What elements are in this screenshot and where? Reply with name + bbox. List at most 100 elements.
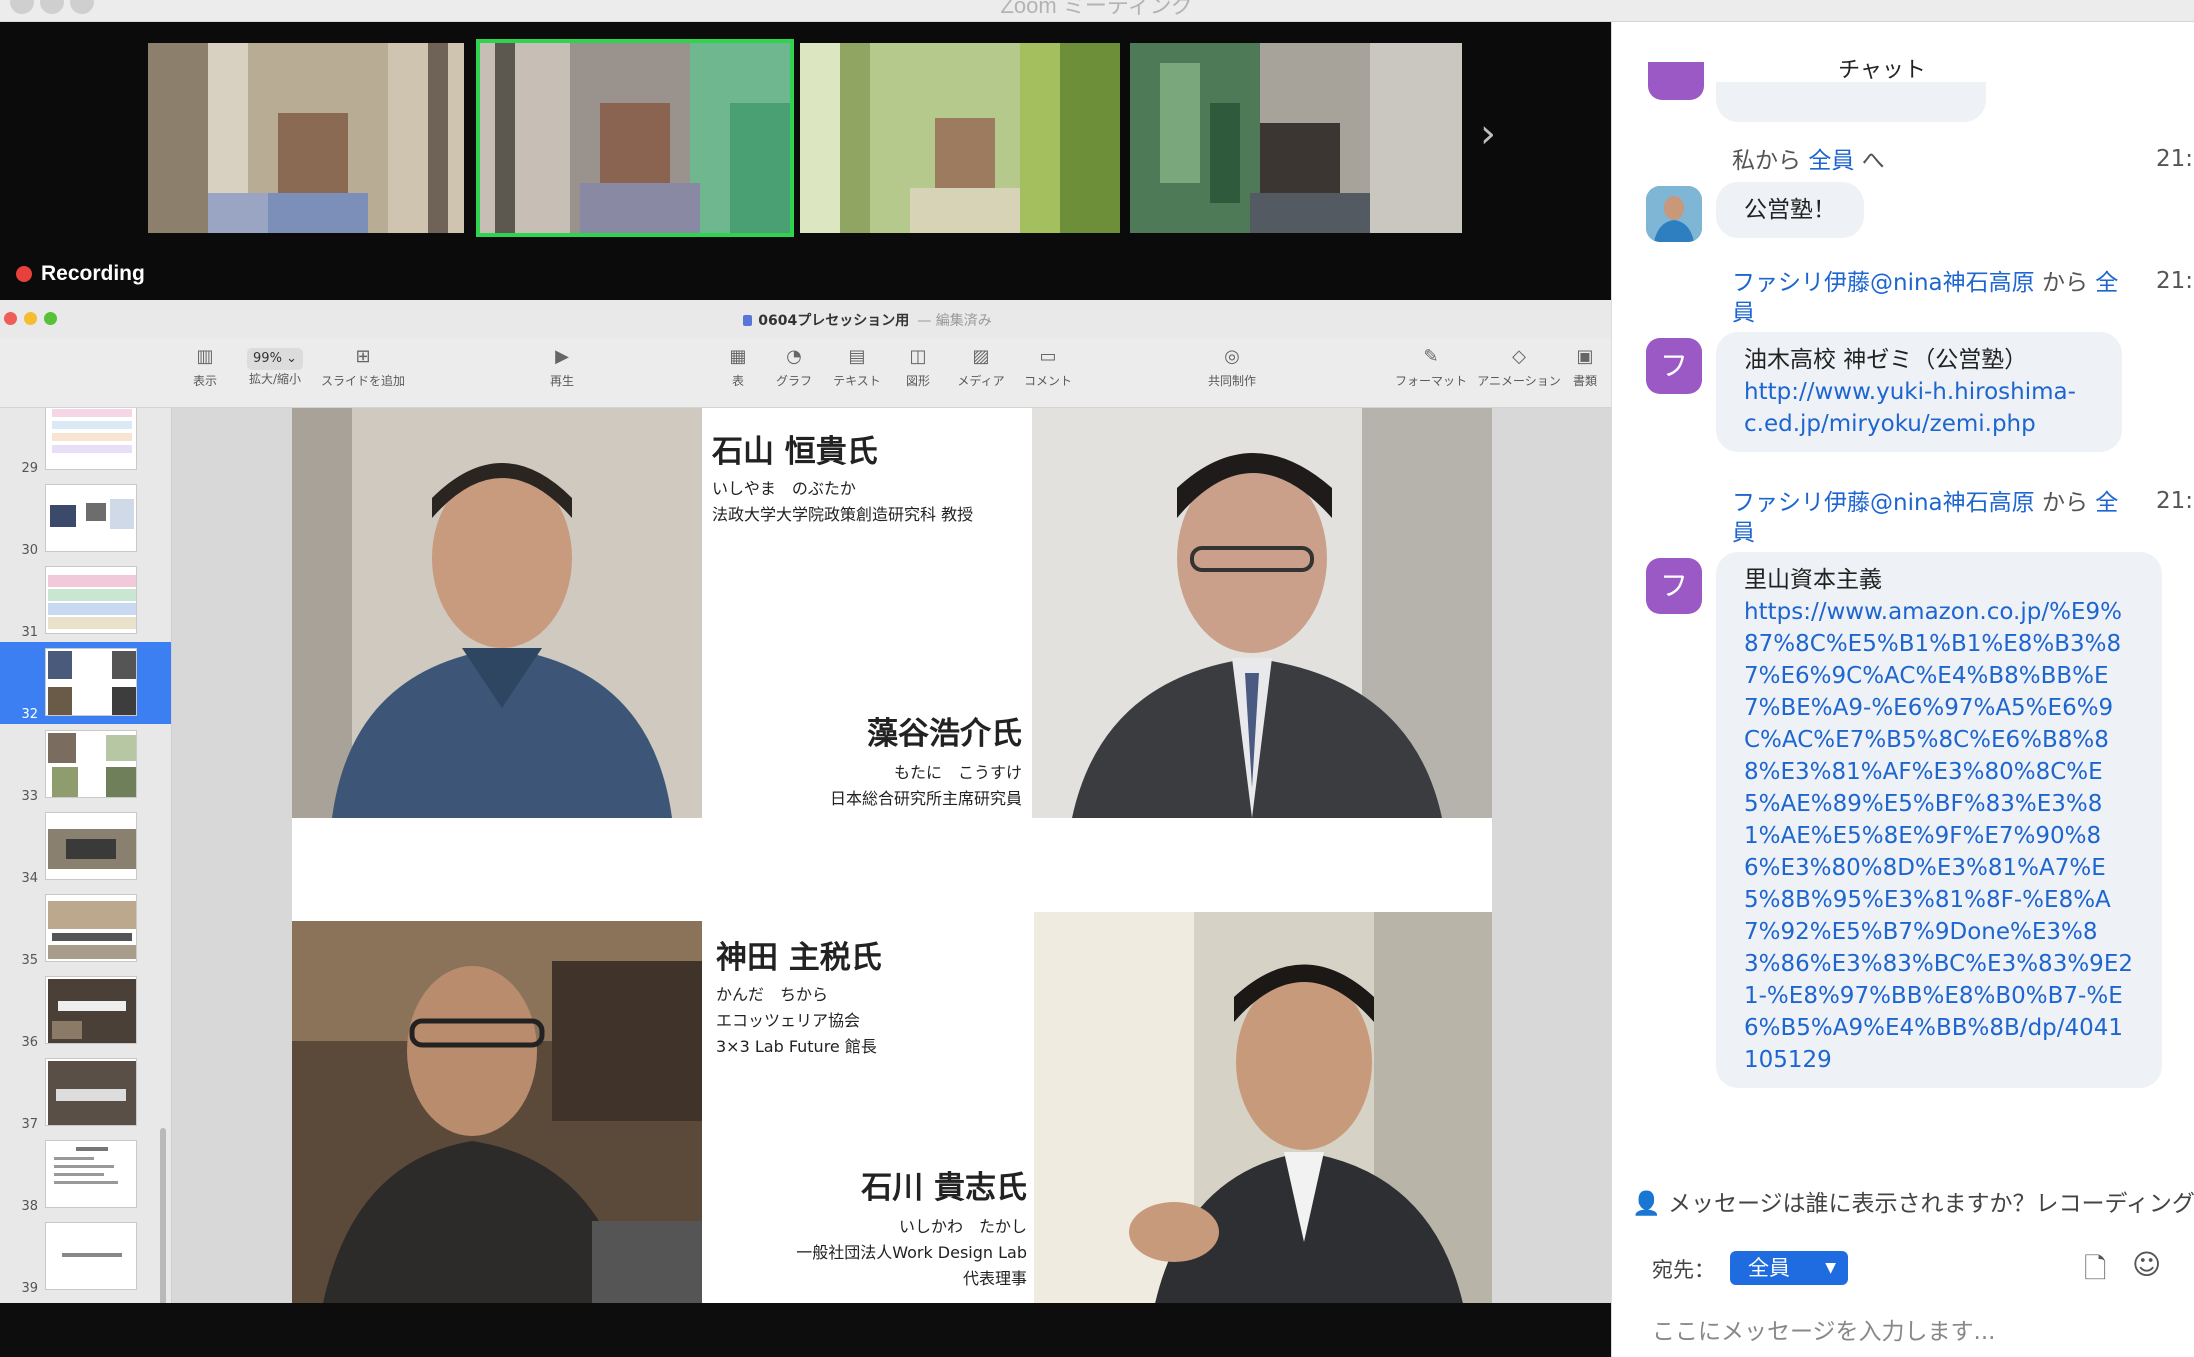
participant-video-2-active-speaker[interactable] bbox=[476, 39, 794, 237]
table-button[interactable]: ▦ 表 bbox=[728, 342, 748, 389]
window-title: Zoom ミーティング bbox=[1000, 0, 1194, 18]
avatar bbox=[1648, 62, 1704, 100]
photo-motani bbox=[1032, 408, 1492, 818]
sidebar-icon: ▥ bbox=[196, 346, 214, 367]
slide-thumb-37[interactable]: 37 bbox=[0, 1052, 171, 1134]
slide-thumb-36[interactable]: 36 bbox=[0, 970, 171, 1052]
person-info-ishikawa: いしかわ たかし 一般社団法人Work Design Lab 代表理事 bbox=[796, 1217, 1027, 1288]
slide-thumb-30[interactable]: 30 bbox=[0, 478, 171, 560]
message-input[interactable]: ここにメッセージを入力します... bbox=[1652, 1312, 2172, 1346]
keynote-toolbar: ▥ 表示 99% ⌄ 拡大/縮小 ⊞ スライドを追加 ▶ 再生 ▦ 表 ◔ グラフ ▤ テキス… bbox=[0, 338, 1611, 408]
play-button[interactable]: ▶ 再生 bbox=[548, 342, 576, 389]
chart-button[interactable]: ◔ グラフ bbox=[776, 342, 812, 389]
media-icon: ▨ bbox=[972, 346, 990, 367]
slide-thumbnail bbox=[45, 1140, 137, 1208]
media-button[interactable]: ▨ メディア bbox=[956, 342, 1006, 389]
recording-indicator: Recording bbox=[16, 262, 145, 286]
recording-dot-icon bbox=[16, 266, 32, 282]
slide-thumbnail bbox=[45, 566, 137, 634]
photo-ishiyama bbox=[292, 408, 702, 818]
person-info-ishiyama: いしやま のぶたか 法政大学大学院政策創造研究科 教授 bbox=[712, 479, 974, 524]
file-icon[interactable]: 🗋 bbox=[2084, 1248, 2107, 1296]
message-3-sender: ファシリ伊藤@nina神石高原 から 全員 bbox=[1732, 490, 2119, 546]
user-visibility-icon: 👤 bbox=[1632, 1191, 1661, 1217]
recipient-label: 宛先： bbox=[1652, 1258, 1715, 1282]
avatar: フ bbox=[1646, 558, 1702, 614]
keynote-document-title: 0604プレセッション用 — 編集済み bbox=[0, 310, 1735, 330]
shape-button[interactable]: ◫ 図形 bbox=[904, 342, 932, 389]
person-info-kanda: かんだ ちから エコッツェリア協会 3×3 Lab Future 館長 bbox=[716, 985, 877, 1056]
slide-thumbnail bbox=[45, 648, 137, 716]
keynote-titlebar: 0604プレセッション用 — 編集済み bbox=[0, 300, 1611, 338]
comment-icon: ▭ bbox=[1039, 346, 1057, 367]
text-box-icon: ▤ bbox=[848, 346, 866, 367]
slide-navigator: 29 30 31 32 33 34 35 36 37 38 39 bbox=[0, 408, 172, 1303]
shape-icon: ◫ bbox=[909, 346, 927, 367]
chat-panel: ⌄ チャット 私から 全員 へ 21: 公営塾！ ファシリ伊藤@nina神石高原… bbox=[1611, 22, 2194, 1357]
format-button[interactable]: ✎ フォーマット bbox=[1394, 342, 1468, 389]
message-1-bubble: 公営塾！ bbox=[1716, 182, 1864, 238]
slide-thumbnail bbox=[45, 894, 137, 962]
emoji-icon[interactable]: ☺ bbox=[2132, 1248, 2161, 1281]
participant-video-4[interactable] bbox=[1130, 43, 1462, 233]
participant-video-1[interactable] bbox=[148, 43, 464, 233]
message-3-link[interactable]: https://www.amazon.co.jp/%E9%87%8C%E5%B1… bbox=[1744, 596, 2134, 1076]
slide-thumbnail bbox=[45, 730, 137, 798]
window-titlebar: Zoom ミーティング bbox=[0, 0, 2194, 22]
message-3-time: 21: bbox=[2156, 488, 2194, 514]
sender-link[interactable]: ファシリ伊藤@nina神石高原 bbox=[1732, 490, 2035, 516]
slide-thumbnail bbox=[45, 1058, 137, 1126]
slide-32: 石山 恒貴氏 いしやま のぶたか 法政大学大学院政策創造研究科 教授 藻谷浩介氏… bbox=[292, 408, 1492, 1303]
animate-button[interactable]: ◇ アニメーション bbox=[1474, 342, 1564, 389]
slide-thumbnail bbox=[45, 976, 137, 1044]
paintbrush-icon: ✎ bbox=[1423, 346, 1439, 367]
photo-kanda bbox=[292, 921, 702, 1303]
message-1-sender: 私から 全員 へ bbox=[1732, 148, 1885, 174]
message-2-time: 21: bbox=[2156, 268, 2194, 294]
table-icon: ▦ bbox=[729, 346, 747, 367]
participant-video-3[interactable] bbox=[800, 43, 1120, 233]
message-1-time: 21: bbox=[2156, 146, 2194, 172]
participant-gallery: › Recording bbox=[0, 22, 1611, 322]
diamond-icon: ◇ bbox=[1512, 346, 1526, 367]
person-info-motani: もたに こうすけ 日本総合研究所主席研究員 bbox=[829, 763, 1022, 808]
my-avatar bbox=[1646, 186, 1702, 242]
visibility-notice[interactable]: 👤 メッセージは誰に表示されますか？レコーディングが bbox=[1632, 1184, 2194, 1218]
slide-thumb-33[interactable]: 33 bbox=[0, 724, 171, 806]
caret-down-icon: ▼ bbox=[1825, 1260, 1836, 1276]
add-slide-button[interactable]: ⊞ スライドを追加 bbox=[320, 342, 406, 389]
collaborate-button[interactable]: ◎ 共同制作 bbox=[1208, 342, 1256, 389]
slide-thumb-31[interactable]: 31 bbox=[0, 560, 171, 642]
recipient-dropdown[interactable]: 全員 ▼ bbox=[1730, 1251, 1848, 1285]
recipient-link[interactable]: 全 bbox=[2095, 270, 2118, 296]
slide-canvas: 石山 恒貴氏 いしやま のぶたか 法政大学大学院政策創造研究科 教授 藻谷浩介氏… bbox=[172, 408, 1611, 1303]
person-name-ishiyama: 石山 恒貴氏 bbox=[712, 434, 878, 470]
view-button[interactable]: ▥ 表示 bbox=[190, 342, 220, 389]
slide-thumb-39[interactable]: 39 bbox=[0, 1216, 171, 1298]
recipient-link[interactable]: 全 bbox=[2095, 490, 2118, 516]
text-button[interactable]: ▤ テキスト bbox=[832, 342, 882, 389]
document-panel-icon: ▣ bbox=[1576, 346, 1594, 367]
recording-label: Recording bbox=[41, 262, 145, 285]
person-name-motani: 藻谷浩介氏 bbox=[867, 716, 1022, 752]
slide-thumb-34[interactable]: 34 bbox=[0, 806, 171, 888]
play-icon: ▶ bbox=[555, 346, 569, 367]
slide-thumb-32-selected[interactable]: 32 bbox=[0, 642, 171, 724]
next-page-arrow-icon[interactable]: › bbox=[1480, 114, 1510, 154]
message-2-link[interactable]: http://www.yuki-h.hiroshima-c.ed.jp/miry… bbox=[1744, 376, 2094, 440]
slide-thumb-29[interactable]: 29 bbox=[0, 408, 171, 478]
avatar: フ bbox=[1646, 338, 1702, 394]
plus-square-icon: ⊞ bbox=[355, 346, 371, 367]
person-name-ishikawa: 石川 貴志氏 bbox=[861, 1170, 1027, 1206]
slide-navigator-scrollbar[interactable] bbox=[160, 1128, 166, 1303]
shared-screen-keynote: 0604プレセッション用 — 編集済み ▥ 表示 99% ⌄ 拡大/縮小 ⊞ スライドを… bbox=[0, 300, 1611, 1303]
zoom-button[interactable]: 99% ⌄ 拡大/縮小 bbox=[244, 342, 306, 387]
sender-link[interactable]: ファシリ伊藤@nina神石高原 bbox=[1732, 270, 2035, 296]
document-button[interactable]: ▣ 書類 bbox=[1570, 342, 1600, 389]
slide-thumbnail bbox=[45, 1222, 137, 1290]
comment-button[interactable]: ▭ コメント bbox=[1024, 342, 1072, 389]
recipient-link[interactable]: 全員 bbox=[1808, 148, 1854, 174]
slide-thumb-35[interactable]: 35 bbox=[0, 888, 171, 970]
slide-thumb-38[interactable]: 38 bbox=[0, 1134, 171, 1216]
slide-thumbnail bbox=[45, 484, 137, 552]
